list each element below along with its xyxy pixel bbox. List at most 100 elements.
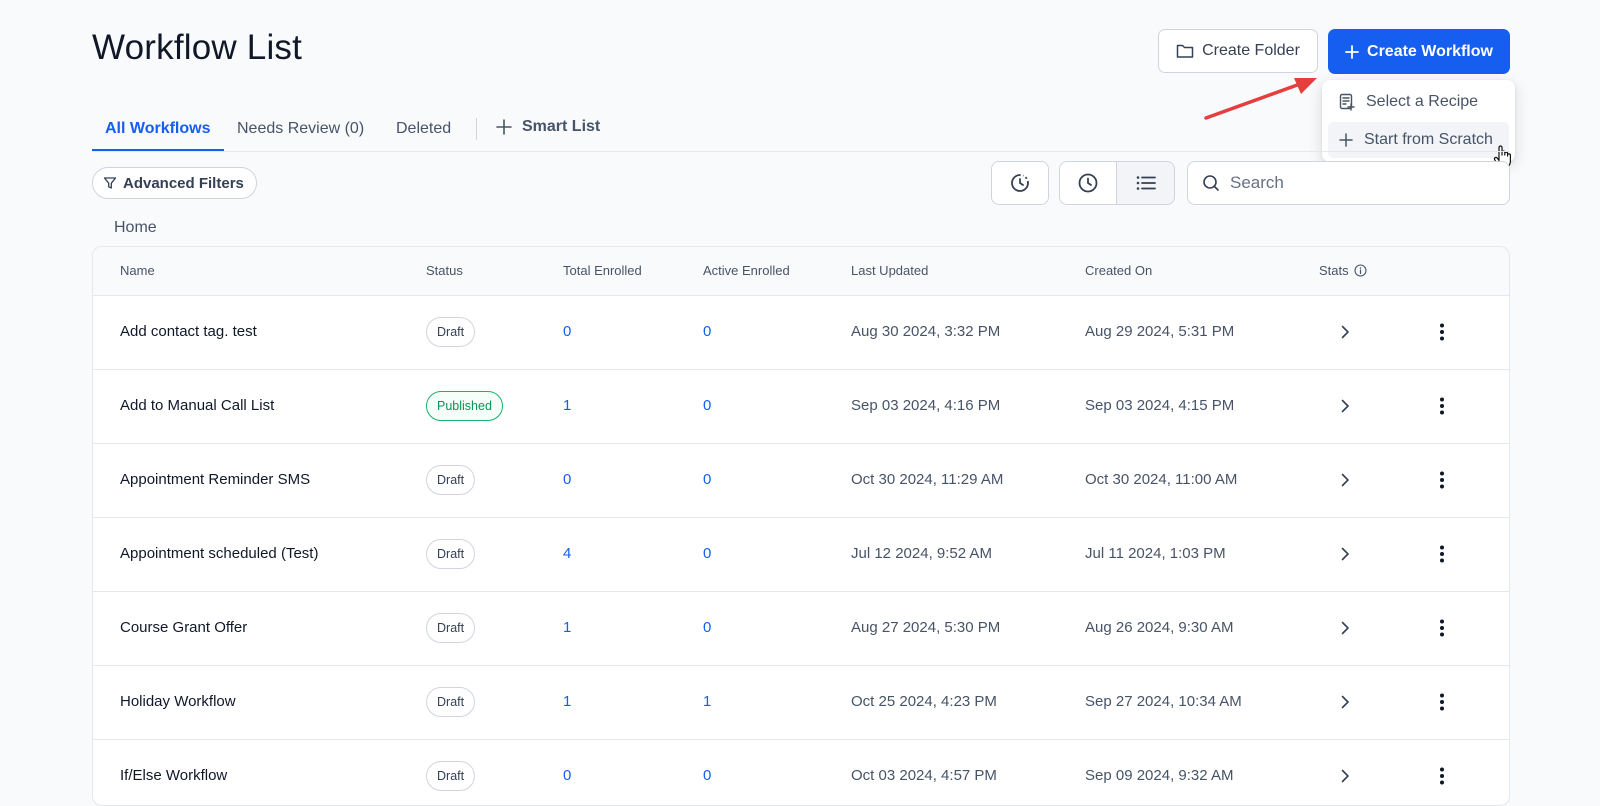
create-workflow-dropdown: Select a Recipe Start from Scratch: [1322, 80, 1515, 162]
tab-deleted[interactable]: Deleted: [396, 120, 451, 138]
workflow-name[interactable]: Holiday Workflow: [120, 693, 236, 710]
more-options-icon[interactable]: [1436, 321, 1448, 343]
created-on: Oct 30 2024, 11:00 AM: [1085, 471, 1238, 488]
active-tab-indicator: [92, 149, 224, 151]
more-options-icon[interactable]: [1436, 395, 1448, 417]
header-active-enrolled[interactable]: Active Enrolled: [703, 263, 790, 278]
chevron-right-icon[interactable]: [1340, 398, 1350, 414]
workflow-name[interactable]: If/Else Workflow: [120, 767, 227, 784]
tab-needs-review[interactable]: Needs Review (0): [237, 120, 364, 138]
active-enrolled-link[interactable]: 0: [703, 323, 711, 340]
last-updated: Aug 30 2024, 3:32 PM: [851, 323, 1001, 340]
total-enrolled-link[interactable]: 0: [563, 323, 571, 340]
clock-icon: [1078, 173, 1098, 193]
created-on: Sep 27 2024, 10:34 AM: [1085, 693, 1242, 710]
created-on: Sep 03 2024, 4:15 PM: [1085, 397, 1235, 414]
plus-icon: [1345, 44, 1359, 59]
workflow-name[interactable]: Appointment scheduled (Test): [120, 545, 318, 562]
active-enrolled-link[interactable]: 0: [703, 767, 711, 784]
workflow-name[interactable]: Add to Manual Call List: [120, 397, 274, 414]
workflow-name[interactable]: Course Grant Offer: [120, 619, 247, 636]
active-enrolled-link[interactable]: 0: [703, 471, 711, 488]
total-enrolled-link[interactable]: 4: [563, 545, 571, 562]
smart-list-label: Smart List: [522, 118, 601, 135]
table-row[interactable]: Appointment scheduled (Test) Draft 4 0 J…: [93, 517, 1509, 592]
start-from-scratch-option[interactable]: Start from Scratch: [1328, 122, 1509, 158]
status-badge: Published: [426, 391, 503, 421]
create-folder-button[interactable]: Create Folder: [1158, 29, 1318, 73]
create-folder-label: Create Folder: [1202, 42, 1300, 59]
last-updated: Oct 30 2024, 11:29 AM: [851, 471, 1004, 488]
workflow-name[interactable]: Appointment Reminder SMS: [120, 471, 310, 488]
status-badge: Draft: [426, 317, 476, 347]
header-total-enrolled[interactable]: Total Enrolled: [563, 263, 642, 278]
annotation-arrow: [1204, 78, 1317, 120]
create-workflow-label: Create Workflow: [1367, 42, 1493, 60]
chevron-right-icon[interactable]: [1340, 472, 1350, 488]
workflow-table: Name Status Total Enrolled Active Enroll…: [92, 246, 1510, 806]
history-button[interactable]: [991, 161, 1049, 205]
table-row[interactable]: If/Else Workflow Draft 0 0 Oct 03 2024, …: [93, 739, 1509, 805]
tab-divider: [476, 118, 477, 140]
more-options-icon[interactable]: [1436, 469, 1448, 491]
header-stats: Stats: [1319, 263, 1367, 278]
plus-icon: [1339, 133, 1353, 147]
total-enrolled-link[interactable]: 1: [563, 693, 571, 710]
more-options-icon[interactable]: [1436, 543, 1448, 565]
header-name[interactable]: Name: [120, 263, 155, 278]
select-recipe-option[interactable]: Select a Recipe: [1328, 84, 1509, 120]
search-box: [1187, 161, 1510, 205]
chevron-right-icon[interactable]: [1340, 768, 1350, 784]
last-updated: Jul 12 2024, 9:52 AM: [851, 545, 992, 562]
header-created-on[interactable]: Created On: [1085, 263, 1152, 278]
table-row[interactable]: Course Grant Offer Draft 1 0 Aug 27 2024…: [93, 591, 1509, 666]
active-enrolled-link[interactable]: 0: [703, 619, 711, 636]
status-badge: Draft: [426, 761, 476, 791]
select-recipe-label: Select a Recipe: [1366, 93, 1479, 110]
header-status: Status: [426, 263, 463, 278]
more-options-icon[interactable]: [1436, 617, 1448, 639]
list-view-button[interactable]: [1117, 161, 1175, 205]
created-on: Aug 26 2024, 9:30 AM: [1085, 619, 1234, 636]
advanced-filters-button[interactable]: Advanced Filters: [92, 167, 257, 199]
created-on: Sep 09 2024, 9:32 AM: [1085, 767, 1234, 784]
chevron-right-icon[interactable]: [1340, 546, 1350, 562]
total-enrolled-link[interactable]: 1: [563, 619, 571, 636]
chevron-right-icon[interactable]: [1340, 620, 1350, 636]
total-enrolled-link[interactable]: 0: [563, 767, 571, 784]
active-enrolled-link[interactable]: 0: [703, 545, 711, 562]
last-updated: Sep 03 2024, 4:16 PM: [851, 397, 1001, 414]
search-input[interactable]: [1228, 172, 1492, 194]
table-header: Name Status Total Enrolled Active Enroll…: [93, 247, 1509, 296]
table-row[interactable]: Add to Manual Call List Published 1 0 Se…: [93, 369, 1509, 444]
create-workflow-button[interactable]: Create Workflow: [1328, 29, 1510, 74]
total-enrolled-link[interactable]: 0: [563, 471, 571, 488]
info-icon[interactable]: [1354, 264, 1367, 277]
last-updated: Oct 03 2024, 4:57 PM: [851, 767, 997, 784]
table-row[interactable]: Appointment Reminder SMS Draft 0 0 Oct 3…: [93, 443, 1509, 518]
page-title: Workflow List: [92, 28, 303, 67]
active-enrolled-link[interactable]: 1: [703, 693, 711, 710]
table-row[interactable]: Holiday Workflow Draft 1 1 Oct 25 2024, …: [93, 665, 1509, 740]
more-options-icon[interactable]: [1436, 691, 1448, 713]
header-last-updated[interactable]: Last Updated: [851, 263, 928, 278]
last-updated: Aug 27 2024, 5:30 PM: [851, 619, 1001, 636]
tab-all-workflows[interactable]: All Workflows: [105, 120, 211, 138]
smart-list-button[interactable]: Smart List: [496, 118, 600, 136]
active-enrolled-link[interactable]: 0: [703, 397, 711, 414]
status-badge: Draft: [426, 465, 476, 495]
total-enrolled-link[interactable]: 1: [563, 397, 571, 414]
chevron-right-icon[interactable]: [1340, 694, 1350, 710]
created-on: Jul 11 2024, 1:03 PM: [1085, 545, 1226, 562]
workflow-name[interactable]: Add contact tag. test: [120, 323, 257, 340]
status-badge: Draft: [426, 539, 476, 569]
breadcrumb[interactable]: Home: [114, 219, 157, 237]
filter-icon: [103, 177, 117, 189]
start-from-scratch-label: Start from Scratch: [1364, 131, 1493, 148]
history-clock-icon: [1011, 174, 1029, 192]
time-view-button[interactable]: [1059, 161, 1117, 205]
table-row[interactable]: Add contact tag. test Draft 0 0 Aug 30 2…: [93, 295, 1509, 370]
chevron-right-icon[interactable]: [1340, 324, 1350, 340]
status-badge: Draft: [426, 613, 476, 643]
advanced-filters-label: Advanced Filters: [123, 174, 244, 192]
